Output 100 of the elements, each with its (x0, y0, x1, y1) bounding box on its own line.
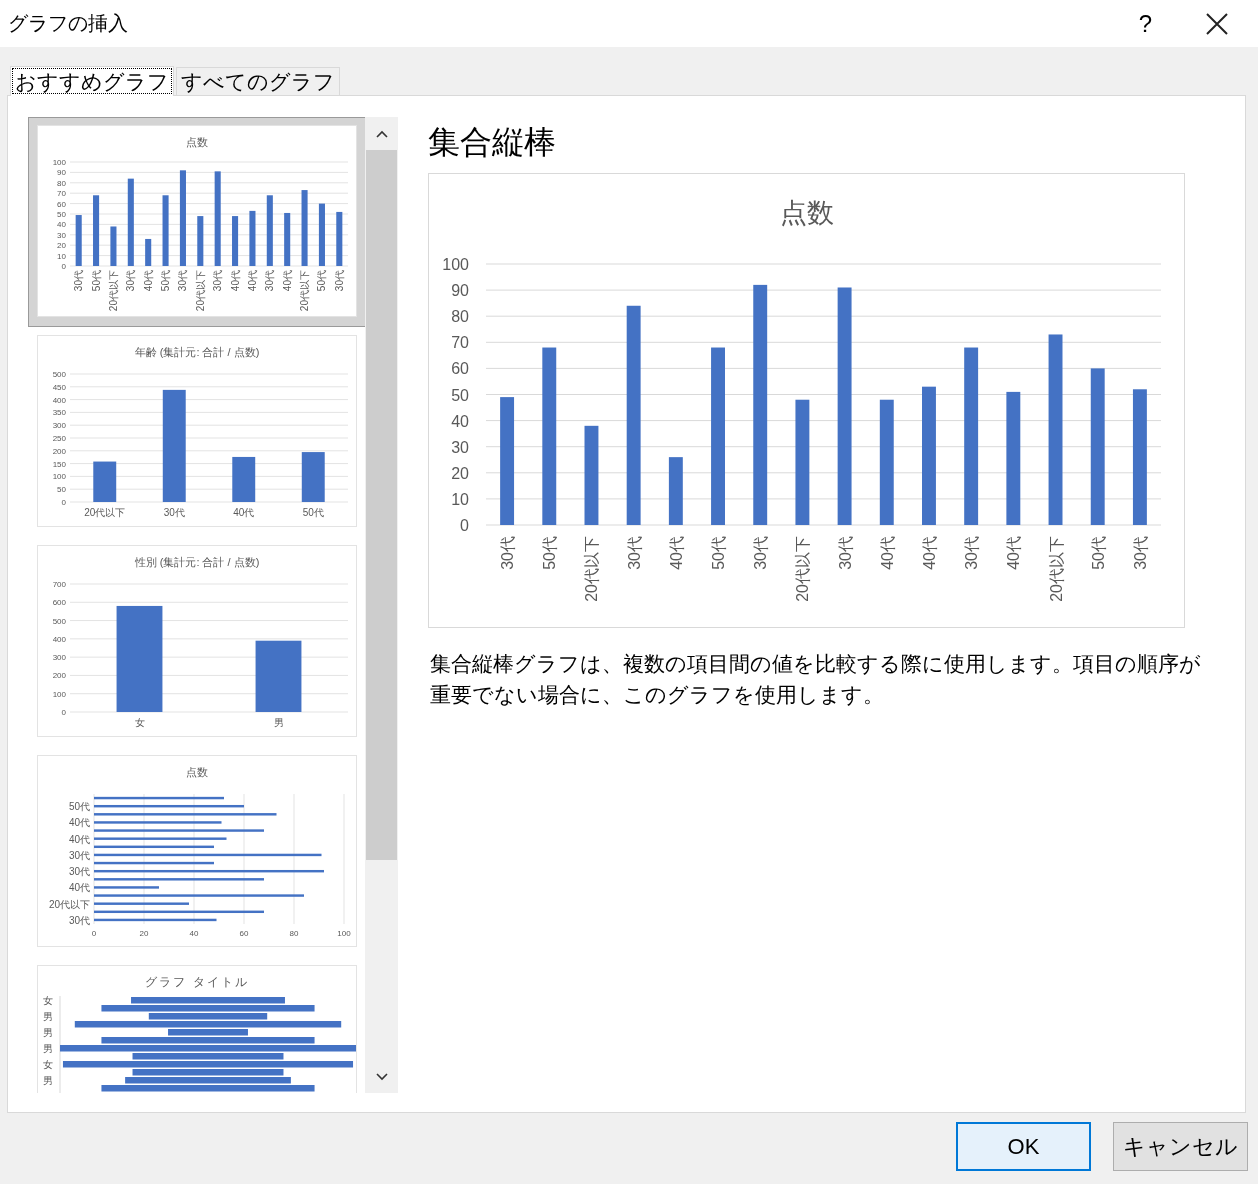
axis-label: 40代 (281, 270, 293, 292)
axis-label: 30代 (163, 507, 185, 518)
axis-label: 200 (52, 671, 66, 681)
axis-label: 50代 (68, 801, 90, 813)
chart-title: 年齢 (集計元: 合計 / 点数) (134, 346, 260, 358)
axis-label: 50 (57, 485, 66, 495)
axis-label: 700 (52, 580, 66, 589)
chart-title: 点数 (780, 198, 834, 228)
tab[interactable]: おすすめグラフ (10, 66, 174, 96)
axis-label: 40代 (233, 507, 255, 518)
axis-label: 40 (57, 220, 66, 230)
axis-label: 600 (52, 598, 66, 608)
axis-label: 0 (61, 262, 66, 271)
chart-option[interactable]: 点数 0 10 20 30 40 50 60 70 80 90 100 30代 50代 20代以下 30代 40代 50代 30代 20代以下 30代 40代 40代 30代 40代 20代以下 50代 30代 (28, 117, 365, 327)
axis-label: 40代 (68, 817, 90, 829)
axis-label: 400 (52, 634, 66, 644)
axis-label: 500 (52, 616, 66, 626)
axis-label: 20 (57, 241, 66, 251)
axis-label: 40代 (920, 536, 938, 570)
axis-label: 30代 (68, 849, 90, 861)
ok-button[interactable]: OK (956, 1122, 1091, 1171)
axis-label: 30 (57, 230, 66, 240)
bar (249, 210, 256, 266)
bar (336, 211, 343, 266)
axis-label: 50代 (302, 507, 324, 518)
axis-label: 50代 (1089, 536, 1107, 570)
axis-label: 0 (91, 929, 97, 938)
bar (232, 456, 256, 502)
axis-label: 100 (442, 256, 469, 273)
axis-label: 50代 (90, 270, 102, 292)
axis-label: 300 (52, 421, 66, 431)
axis-label: 80 (289, 929, 299, 938)
axis-label: 40代 (229, 270, 241, 292)
bar (94, 886, 159, 889)
axis-label: 30代 (212, 270, 224, 292)
bar (145, 238, 152, 266)
chart-title: 点数 (186, 766, 208, 778)
bar (301, 452, 325, 502)
bar (93, 461, 117, 502)
axis-label: 100 (52, 158, 66, 167)
description: 集合縦棒グラフは、複数の項目間の値を比較する際に使用します。項目の順序が重要でない場合に、このグラフを使用します。 (430, 651, 1202, 708)
bar (318, 203, 325, 266)
tab[interactable]: すべてのグラフ (176, 67, 340, 95)
axis-label: 250 (52, 434, 66, 443)
axis-label: 10 (451, 490, 469, 508)
axis-label: 40 (189, 929, 199, 938)
axis-label: 女 (134, 717, 145, 728)
axis-label: 40代 (68, 833, 90, 845)
axis-label: 50代 (541, 536, 559, 570)
axis-label: 150 (52, 459, 66, 469)
axis-label: 30代 (68, 914, 90, 926)
axis-label: 女 (43, 1059, 53, 1070)
axis-label: 60 (239, 929, 249, 938)
bar (668, 457, 683, 525)
chart-title: 点数 (186, 136, 208, 148)
axis-label: 90 (57, 168, 66, 178)
axis-label: 30代 (1131, 536, 1149, 570)
bar (93, 195, 100, 266)
chart-title: グラフ タイトル (145, 975, 249, 989)
axis-label: 30代 (836, 536, 854, 570)
axis-label: 0 (61, 708, 66, 717)
axis-label: 60 (57, 199, 66, 209)
axis-label: 20代以下 (107, 270, 119, 312)
window-title: グラフの挿入 (8, 11, 128, 36)
axis-label: 100 (52, 689, 66, 699)
axis-label: 30代 (499, 536, 517, 570)
axis-label: 40代 (142, 270, 154, 292)
axis-label: 30代 (68, 866, 90, 878)
axis-label: 40代 (246, 270, 258, 292)
axis-label: 50 (451, 386, 469, 404)
axis-label: 30代 (625, 536, 643, 570)
axis-label: 20代以下 (299, 270, 311, 312)
axis-label: 30代 (333, 270, 345, 292)
axis-label: 男 (273, 717, 284, 728)
axis-label: 40代 (667, 536, 685, 570)
axis-label: 男 (43, 1027, 53, 1038)
axis-label: 0 (460, 517, 469, 534)
close-button[interactable] (1206, 12, 1228, 35)
axis-label: 50代 (160, 270, 172, 292)
axis-label: 0 (61, 498, 66, 507)
axis-label: 20代以下 (194, 270, 206, 312)
bar (284, 212, 291, 266)
axis-label: 70 (451, 334, 469, 352)
cancel-button[interactable]: キャンセル (1113, 1122, 1248, 1171)
axis-label: 20代以下 (48, 898, 90, 910)
axis-label: 300 (52, 653, 66, 663)
axis-label: 女 (43, 995, 53, 1006)
chevron-down-icon (375, 1072, 388, 1081)
axis-label: 60 (451, 360, 469, 378)
chart-type-title: 集合縦棒 (428, 123, 557, 162)
axis-label: 50代 (316, 270, 328, 292)
axis-label: 20 (451, 464, 469, 482)
axis-label: 30代 (264, 270, 276, 292)
scrollbar-thumb[interactable] (366, 150, 397, 860)
bar (232, 216, 239, 266)
axis-label: 男 (43, 1043, 53, 1054)
axis-label: 20 (139, 929, 149, 938)
axis-label: 80 (57, 178, 66, 188)
axis-label: 40代 (68, 882, 90, 894)
help-button[interactable]: ? (1134, 9, 1156, 38)
